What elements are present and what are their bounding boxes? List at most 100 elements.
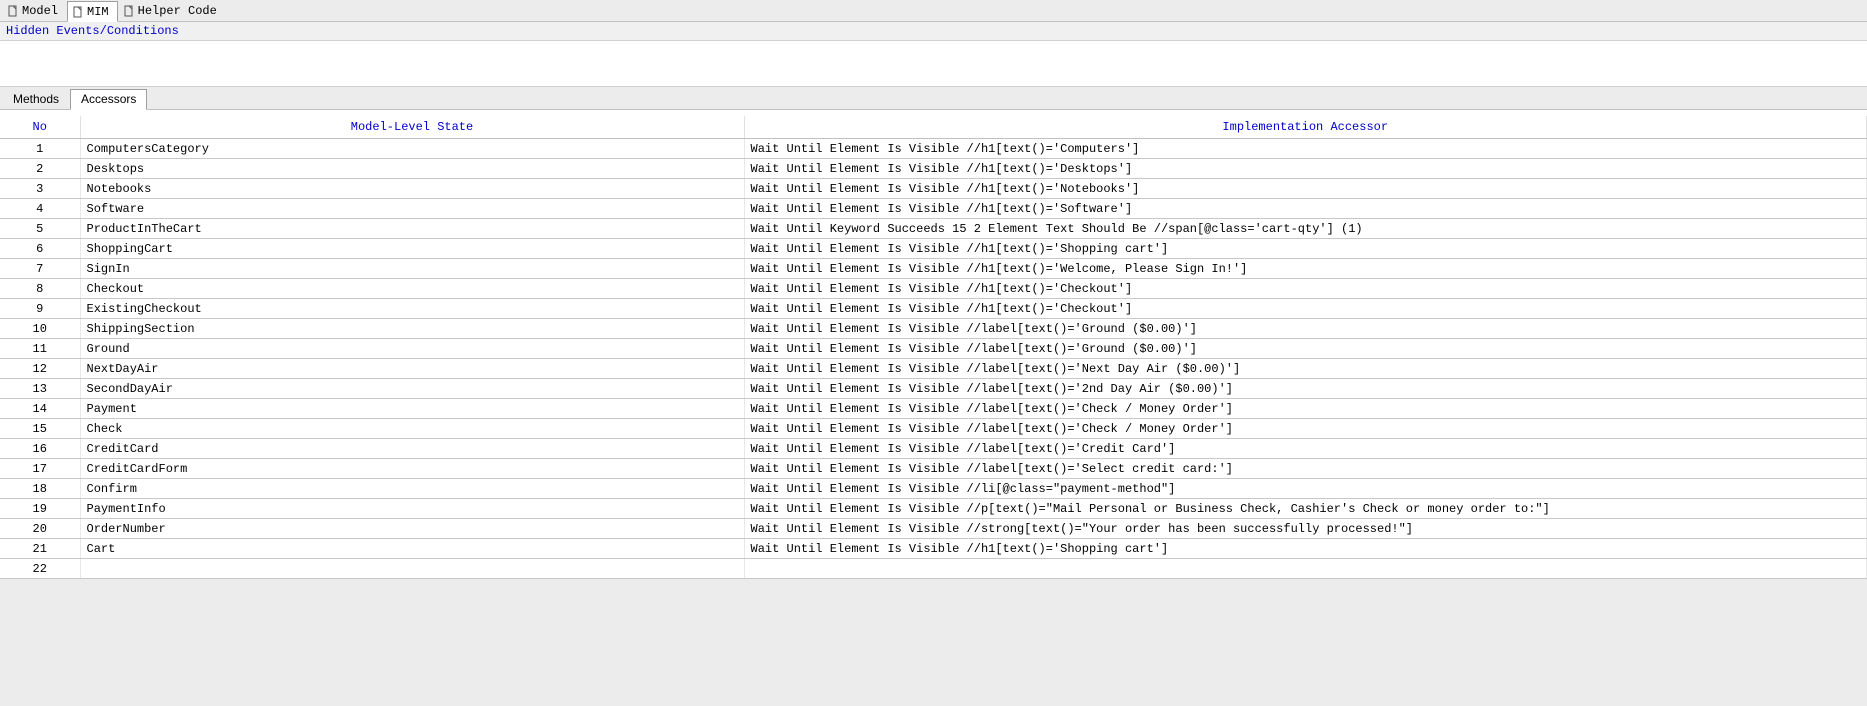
tab-mim-label: MIM [87,5,109,19]
cell-no[interactable]: 4 [0,199,80,219]
cell-no[interactable]: 8 [0,279,80,299]
cell-state[interactable]: Desktops [80,159,744,179]
table-row[interactable]: 18ConfirmWait Until Element Is Visible /… [0,479,1867,499]
cell-no[interactable]: 3 [0,179,80,199]
cell-impl[interactable]: Wait Until Element Is Visible //h1[text(… [744,159,1867,179]
cell-state[interactable]: CreditCard [80,439,744,459]
table-row[interactable]: 13SecondDayAirWait Until Element Is Visi… [0,379,1867,399]
cell-no[interactable]: 11 [0,339,80,359]
cell-impl[interactable] [744,559,1867,579]
cell-no[interactable]: 5 [0,219,80,239]
cell-impl[interactable]: Wait Until Element Is Visible //h1[text(… [744,179,1867,199]
cell-impl[interactable]: Wait Until Element Is Visible //label[te… [744,419,1867,439]
cell-no[interactable]: 7 [0,259,80,279]
cell-state[interactable]: NextDayAir [80,359,744,379]
cell-impl[interactable]: Wait Until Element Is Visible //h1[text(… [744,299,1867,319]
cell-impl[interactable]: Wait Until Element Is Visible //label[te… [744,339,1867,359]
cell-no[interactable]: 2 [0,159,80,179]
cell-no[interactable]: 17 [0,459,80,479]
cell-state[interactable]: Check [80,419,744,439]
cell-impl[interactable]: Wait Until Element Is Visible //h1[text(… [744,139,1867,159]
cell-impl[interactable]: Wait Until Element Is Visible //h1[text(… [744,539,1867,559]
table-row[interactable]: 2DesktopsWait Until Element Is Visible /… [0,159,1867,179]
tab-accessors-label: Accessors [81,92,136,106]
cell-impl[interactable]: Wait Until Element Is Visible //label[te… [744,439,1867,459]
cell-state[interactable]: Notebooks [80,179,744,199]
cell-impl[interactable]: Wait Until Element Is Visible //label[te… [744,399,1867,419]
table-row[interactable]: 14PaymentWait Until Element Is Visible /… [0,399,1867,419]
cell-no[interactable]: 21 [0,539,80,559]
cell-no[interactable]: 20 [0,519,80,539]
table-row[interactable]: 6ShoppingCartWait Until Element Is Visib… [0,239,1867,259]
tab-methods-label: Methods [13,92,59,106]
table-row[interactable]: 19PaymentInfoWait Until Element Is Visib… [0,499,1867,519]
cell-impl[interactable]: Wait Until Element Is Visible //label[te… [744,359,1867,379]
cell-impl[interactable]: Wait Until Element Is Visible //p[text()… [744,499,1867,519]
cell-state[interactable]: Ground [80,339,744,359]
tab-accessors[interactable]: Accessors [70,89,147,110]
cell-impl[interactable]: Wait Until Element Is Visible //h1[text(… [744,239,1867,259]
cell-state[interactable]: ComputersCategory [80,139,744,159]
cell-no[interactable]: 16 [0,439,80,459]
cell-no[interactable]: 9 [0,299,80,319]
tab-mim[interactable]: MIM [67,1,118,22]
cell-state[interactable]: ShoppingCart [80,239,744,259]
cell-state[interactable]: Cart [80,539,744,559]
cell-no[interactable]: 22 [0,559,80,579]
cell-no[interactable]: 13 [0,379,80,399]
table-row[interactable]: 17CreditCardFormWait Until Element Is Vi… [0,459,1867,479]
cell-state[interactable]: PaymentInfo [80,499,744,519]
cell-no[interactable]: 15 [0,419,80,439]
cell-state[interactable]: OrderNumber [80,519,744,539]
cell-state[interactable]: SecondDayAir [80,379,744,399]
table-row[interactable]: 10ShippingSectionWait Until Element Is V… [0,319,1867,339]
cell-state[interactable]: ShippingSection [80,319,744,339]
col-header-no[interactable]: No [0,116,80,139]
table-row[interactable]: 12NextDayAirWait Until Element Is Visibl… [0,359,1867,379]
cell-no[interactable]: 18 [0,479,80,499]
tab-model[interactable]: Model [2,1,67,21]
table-row[interactable]: 1ComputersCategoryWait Until Element Is … [0,139,1867,159]
table-row[interactable]: 21CartWait Until Element Is Visible //h1… [0,539,1867,559]
cell-state[interactable]: Confirm [80,479,744,499]
cell-no[interactable]: 12 [0,359,80,379]
cell-impl[interactable]: Wait Until Element Is Visible //strong[t… [744,519,1867,539]
cell-no[interactable]: 19 [0,499,80,519]
table-row[interactable]: 15CheckWait Until Element Is Visible //l… [0,419,1867,439]
table-row[interactable]: 16CreditCardWait Until Element Is Visibl… [0,439,1867,459]
table-row[interactable]: 3NotebooksWait Until Element Is Visible … [0,179,1867,199]
cell-impl[interactable]: Wait Until Element Is Visible //label[te… [744,459,1867,479]
table-row[interactable]: 9ExistingCheckoutWait Until Element Is V… [0,299,1867,319]
cell-state[interactable]: Payment [80,399,744,419]
cell-no[interactable]: 6 [0,239,80,259]
col-header-state[interactable]: Model-Level State [80,116,744,139]
table-row[interactable]: 4SoftwareWait Until Element Is Visible /… [0,199,1867,219]
table-row[interactable]: 8CheckoutWait Until Element Is Visible /… [0,279,1867,299]
cell-state[interactable]: CreditCardForm [80,459,744,479]
cell-no[interactable]: 10 [0,319,80,339]
tab-methods[interactable]: Methods [2,89,70,109]
cell-impl[interactable]: Wait Until Element Is Visible //h1[text(… [744,279,1867,299]
cell-no[interactable]: 1 [0,139,80,159]
cell-impl[interactable]: Wait Until Keyword Succeeds 15 2 Element… [744,219,1867,239]
table-row[interactable]: 5ProductInTheCartWait Until Keyword Succ… [0,219,1867,239]
table-row[interactable]: 11GroundWait Until Element Is Visible //… [0,339,1867,359]
cell-state[interactable] [80,559,744,579]
table-row[interactable]: 20OrderNumberWait Until Element Is Visib… [0,519,1867,539]
cell-state[interactable]: ProductInTheCart [80,219,744,239]
cell-impl[interactable]: Wait Until Element Is Visible //label[te… [744,319,1867,339]
table-row[interactable]: 7SignInWait Until Element Is Visible //h… [0,259,1867,279]
cell-state[interactable]: Checkout [80,279,744,299]
hidden-events-link[interactable]: Hidden Events/Conditions [0,22,1867,41]
cell-impl[interactable]: Wait Until Element Is Visible //label[te… [744,379,1867,399]
col-header-impl[interactable]: Implementation Accessor [744,116,1867,139]
cell-state[interactable]: ExistingCheckout [80,299,744,319]
cell-impl[interactable]: Wait Until Element Is Visible //h1[text(… [744,199,1867,219]
tab-helper-code[interactable]: Helper Code [118,1,226,21]
table-row[interactable]: 22 [0,559,1867,579]
cell-state[interactable]: Software [80,199,744,219]
cell-impl[interactable]: Wait Until Element Is Visible //h1[text(… [744,259,1867,279]
cell-impl[interactable]: Wait Until Element Is Visible //li[@clas… [744,479,1867,499]
cell-no[interactable]: 14 [0,399,80,419]
cell-state[interactable]: SignIn [80,259,744,279]
